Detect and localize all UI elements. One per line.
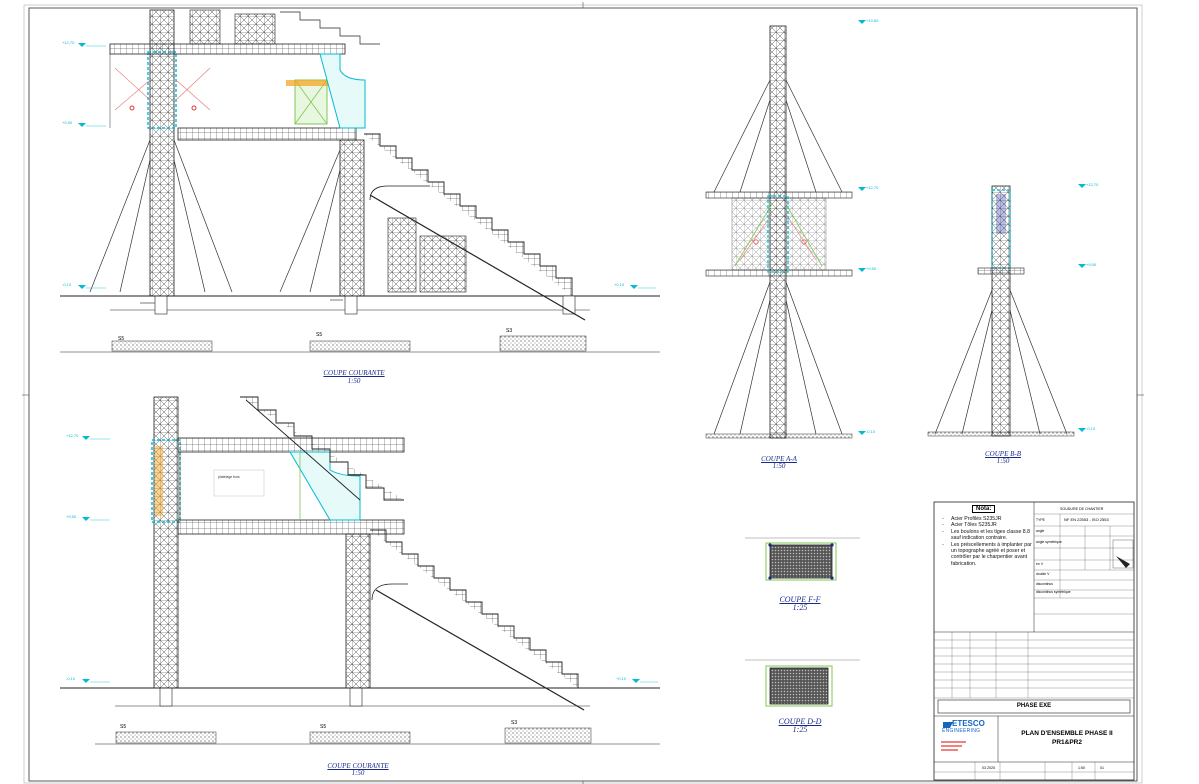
coupe-courante-bottom-view: platelage bois	[60, 396, 660, 745]
level-label: +0,10	[616, 676, 627, 681]
notes-heading: Nota:	[972, 505, 996, 513]
level-label: +12,70	[62, 40, 75, 45]
level-label: -0,10	[62, 282, 72, 287]
coupe-f-f-view	[745, 537, 860, 581]
level-label: -0,10	[66, 676, 76, 681]
level-label: +13,60	[866, 18, 879, 23]
weld-row-label: angle	[1036, 529, 1045, 533]
drawing-sheet: platelage bois	[22, 2, 1144, 784]
sheet-number: 01	[1100, 766, 1104, 770]
weld-row-label: double V	[1036, 572, 1050, 576]
phase-label: PHASE EXE	[1016, 703, 1052, 709]
note-item: Les boulons et les tiges classe 8.8 sauf…	[940, 529, 1035, 542]
foundation-label: S3	[511, 720, 518, 726]
foundation-label: S3	[506, 328, 513, 334]
level-label: -0,10	[1086, 426, 1096, 431]
drawing-scale: 1:50	[1078, 766, 1085, 770]
level-label: +12,70	[66, 433, 79, 438]
coupe-b-b-view	[927, 184, 1086, 437]
weld-row-label: en V	[1036, 562, 1043, 566]
drawing-title: PLAN D'ENSEMBLE PHASE II PR1&PR2	[1021, 730, 1113, 746]
level-label: +9,50	[62, 120, 73, 125]
coupe-d-d-view	[745, 659, 860, 707]
weld-table-norm: NF EN 22553 - ISO 2553	[1064, 517, 1109, 522]
level-label: +9,50	[866, 266, 877, 271]
level-label: -0,10	[866, 429, 876, 434]
notes-list: Acier Profilés S235JR Acier Tôles S235JR…	[940, 516, 1035, 567]
view-title-coupe-a-a: COUPE A-A 1:50	[761, 455, 797, 470]
weld-row-label: angle symétrique	[1036, 540, 1062, 544]
svg-text:platelage bois: platelage bois	[218, 475, 240, 479]
view-title-coupe-d-d: COUPE D-D 1:25	[778, 717, 822, 734]
company-name: ETESCO ENGINEERING	[942, 719, 985, 734]
coupe-courante-top-view	[60, 9, 660, 353]
level-label: +9,50	[66, 514, 77, 519]
level-markers-b-b	[1078, 184, 1086, 432]
view-title-coupe-courante-bottom: COUPE COURANTE 1:50	[327, 762, 389, 777]
foundation-label: S5	[120, 724, 127, 730]
level-label: +12,70	[1086, 182, 1099, 187]
weld-row-label: discontinus	[1036, 582, 1053, 586]
view-title-coupe-f-f: COUPE F-F 1:25	[779, 595, 821, 612]
view-title-coupe-courante-top: COUPE COURANTE 1:50	[323, 369, 385, 385]
level-markers-a-a	[858, 20, 866, 435]
level-label: +0,10	[614, 282, 625, 287]
level-label: +12,70	[866, 185, 879, 190]
weld-row-label: TYPE	[1036, 518, 1045, 522]
foundation-label: S5	[316, 332, 323, 338]
coupe-a-a-view	[705, 20, 866, 439]
level-label: +9,50	[1086, 262, 1097, 267]
foundation-label: S5	[320, 724, 327, 730]
view-title-coupe-b-b: COUPE B-B 1:50	[985, 450, 1021, 465]
stair-outline-bottom	[370, 529, 579, 688]
weld-row-label: discontinus symétrique	[1036, 590, 1071, 594]
note-item: Les préscellements à implanter par un to…	[940, 542, 1035, 568]
foundation-label: S5	[118, 336, 125, 342]
drawing-date: 03 2025	[982, 766, 995, 770]
weld-table-title: SOUDURE DE CHANTIER	[1060, 507, 1104, 511]
